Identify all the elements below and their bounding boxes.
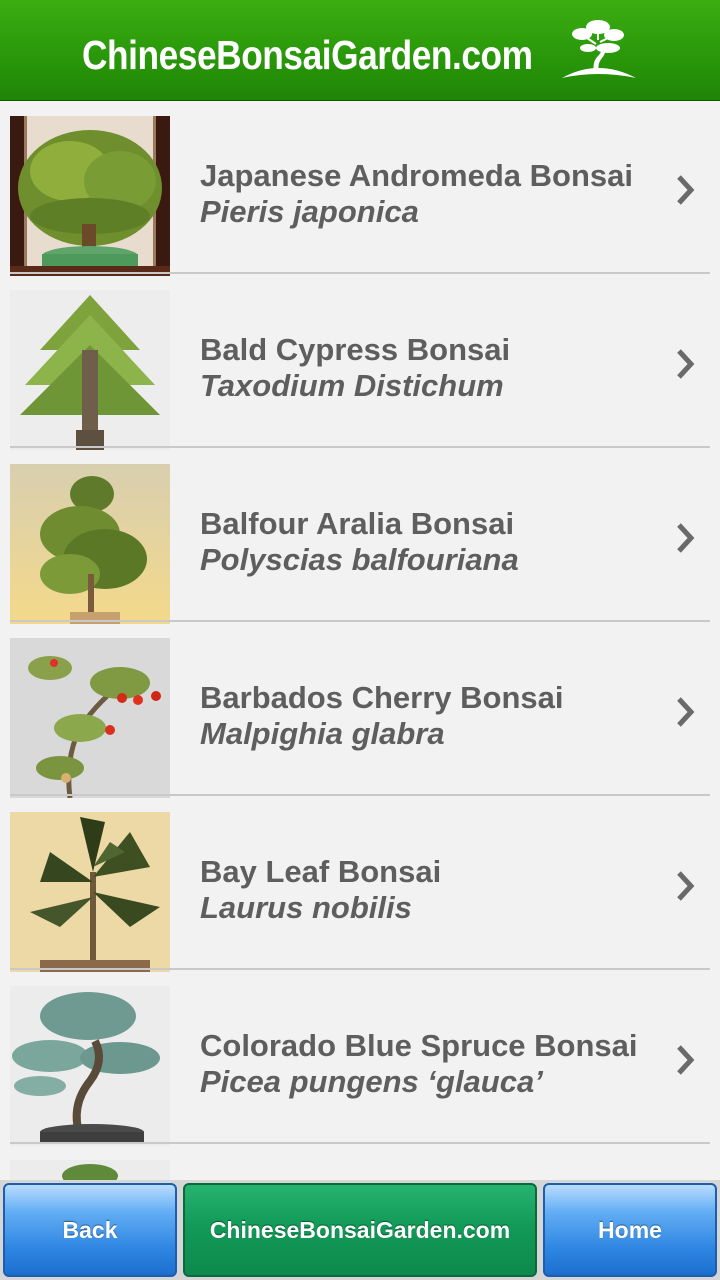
item-latin-name: Picea pungens ‘glauca’ [200,1064,543,1099]
back-button[interactable]: Back [3,1183,177,1277]
bonsai-thumbnail [10,290,170,450]
item-common-name: Japanese Andromeda Bonsai [200,158,633,193]
site-title: ChineseBonsaiGarden.com [82,32,533,78]
chevron-right-icon [677,523,695,553]
bonsai-thumbnail [10,812,170,972]
item-common-name: Bald Cypress Bonsai [200,332,511,367]
list-item[interactable]: Colorado Blue Spruce Bonsai Picea pungen… [0,970,720,1146]
bonsai-thumbnail [10,116,170,276]
item-latin-name: Pieris japonica [200,194,419,229]
item-latin-name: Malpighia glabra [200,716,445,751]
item-latin-name: Taxodium Distichum [200,368,504,403]
chevron-right-icon [677,349,695,379]
bottom-nav-bar: Back ChineseBonsaiGarden.com Home [0,1180,720,1280]
chevron-right-icon [677,871,695,901]
list-item-partial[interactable] [0,1144,720,1180]
item-common-name: Balfour Aralia Bonsai [200,506,515,541]
item-common-name: Barbados Cherry Bonsai [200,680,564,715]
chevron-right-icon [677,175,695,205]
item-latin-name: Polyscias balfouriana [200,542,519,577]
list-item[interactable]: Barbados Cherry Bonsai Malpighia glabra [0,622,720,798]
item-common-name: Bay Leaf Bonsai [200,854,442,889]
chevron-right-icon [677,1045,695,1075]
bonsai-thumbnail [10,638,170,798]
home-button[interactable]: Home [543,1183,717,1277]
chevron-right-icon [677,697,695,727]
item-common-name: Colorado Blue Spruce Bonsai [200,1028,638,1063]
list-item[interactable]: Balfour Aralia Bonsai Polyscias balfouri… [0,448,720,624]
list-item[interactable]: Bald Cypress Bonsai Taxodium Distichum [0,274,720,450]
bonsai-list: Japanese Andromeda Bonsai Pieris japonic… [0,100,720,1180]
app-header: ChineseBonsaiGarden.com [0,0,720,100]
list-item[interactable]: Japanese Andromeda Bonsai Pieris japonic… [0,100,720,276]
list-item[interactable]: Bay Leaf Bonsai Laurus nobilis [0,796,720,972]
item-latin-name: Laurus nobilis [200,890,412,925]
bonsai-tree-icon [562,20,636,78]
bonsai-thumbnail [10,986,170,1146]
bonsai-thumbnail [10,1160,170,1180]
bonsai-thumbnail [10,464,170,624]
site-button[interactable]: ChineseBonsaiGarden.com [183,1183,537,1277]
